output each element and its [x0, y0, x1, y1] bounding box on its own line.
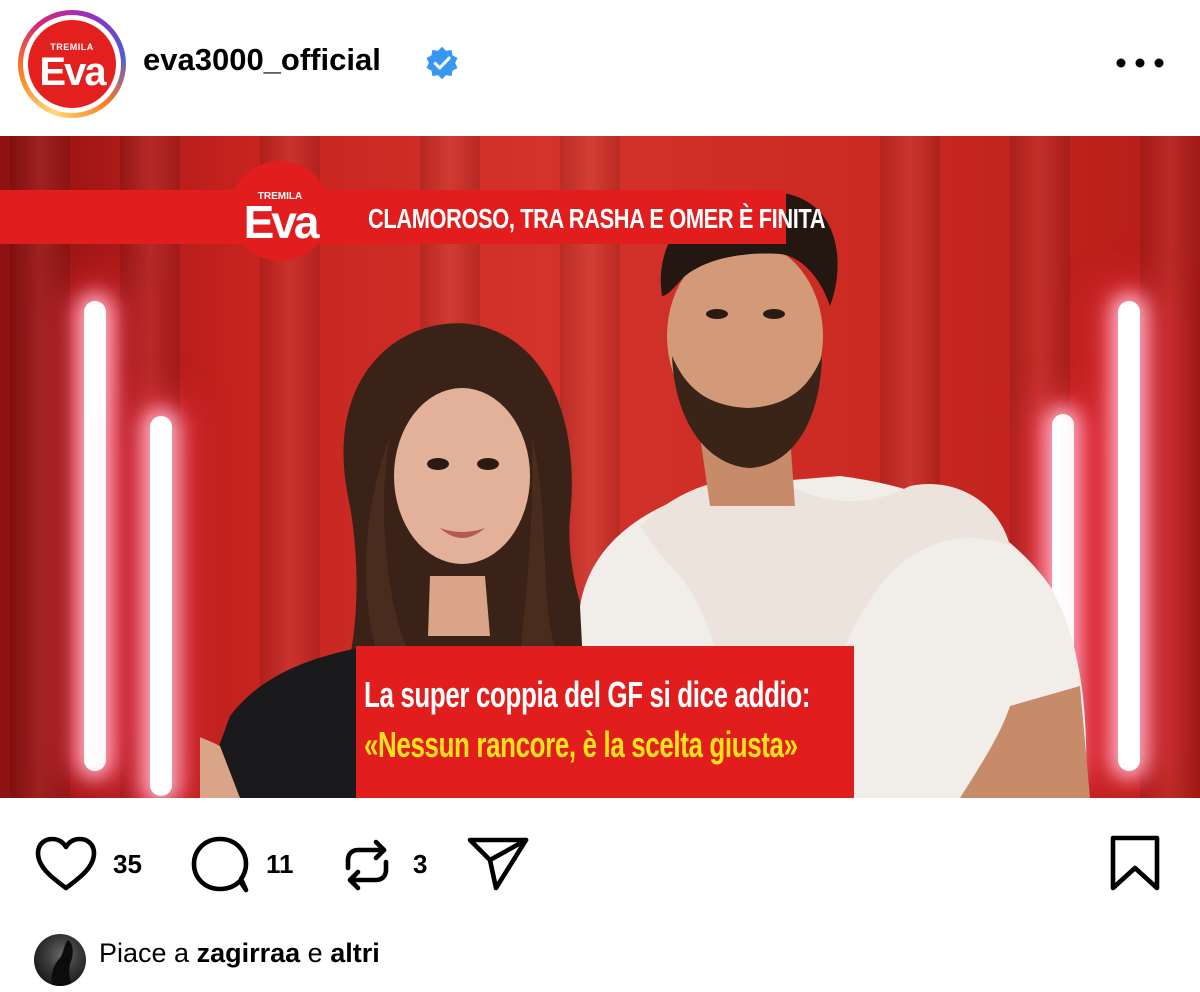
banner-logo-big-text: Eva — [243, 196, 320, 248]
eva-logo: TREMILA Eva — [28, 20, 116, 108]
comment-count[interactable]: 11 — [266, 849, 294, 880]
likes-joiner: e — [307, 938, 323, 968]
avatar-inner: TREMILA Eva — [23, 15, 121, 113]
more-options-icon[interactable] — [1116, 58, 1164, 68]
username-link[interactable]: eva3000_official — [143, 42, 381, 78]
caption-line-2: «Nessun rancore, è la scelta giusta» — [364, 724, 798, 765]
logo-big-text: Eva — [39, 50, 106, 94]
post-actions: 35 11 3 — [0, 798, 1200, 918]
repost-count[interactable]: 3 — [413, 849, 427, 880]
bookmark-icon[interactable] — [1108, 834, 1162, 892]
likes-text: Piace a zagirraa e altri — [99, 938, 380, 969]
caption-box — [356, 646, 854, 798]
likes-prefix: Piace a — [99, 938, 190, 968]
neon-light — [1118, 301, 1140, 771]
like-count[interactable]: 35 — [113, 849, 142, 880]
banner-eva-logo: TREMILA Eva — [230, 161, 330, 261]
heart-icon[interactable] — [34, 836, 98, 892]
send-icon[interactable] — [466, 834, 530, 892]
liker-avatar-image — [51, 940, 73, 986]
neon-light — [84, 301, 106, 771]
comment-icon[interactable] — [190, 835, 252, 895]
banner-headline: CLAMOROSO, TRA RASHA E OMER È FINITA — [368, 203, 826, 234]
profile-avatar[interactable]: TREMILA Eva — [18, 10, 126, 118]
liker-avatar[interactable] — [34, 934, 86, 986]
post-header: TREMILA Eva eva3000_official — [0, 0, 1200, 136]
likes-others-link[interactable]: altri — [330, 938, 380, 968]
verified-badge-icon — [426, 46, 458, 80]
likes-summary: Piace a zagirraa e altri — [0, 918, 1200, 992]
post-image[interactable]: TREMILA Eva CLAMOROSO, TRA RASHA E OMER … — [0, 136, 1200, 798]
liker-username[interactable]: zagirraa — [197, 938, 301, 968]
neon-light — [150, 416, 172, 796]
repost-icon[interactable] — [340, 838, 394, 892]
caption-line-1: La super coppia del GF si dice addio: — [364, 674, 811, 715]
curtain-fold — [1140, 136, 1200, 798]
